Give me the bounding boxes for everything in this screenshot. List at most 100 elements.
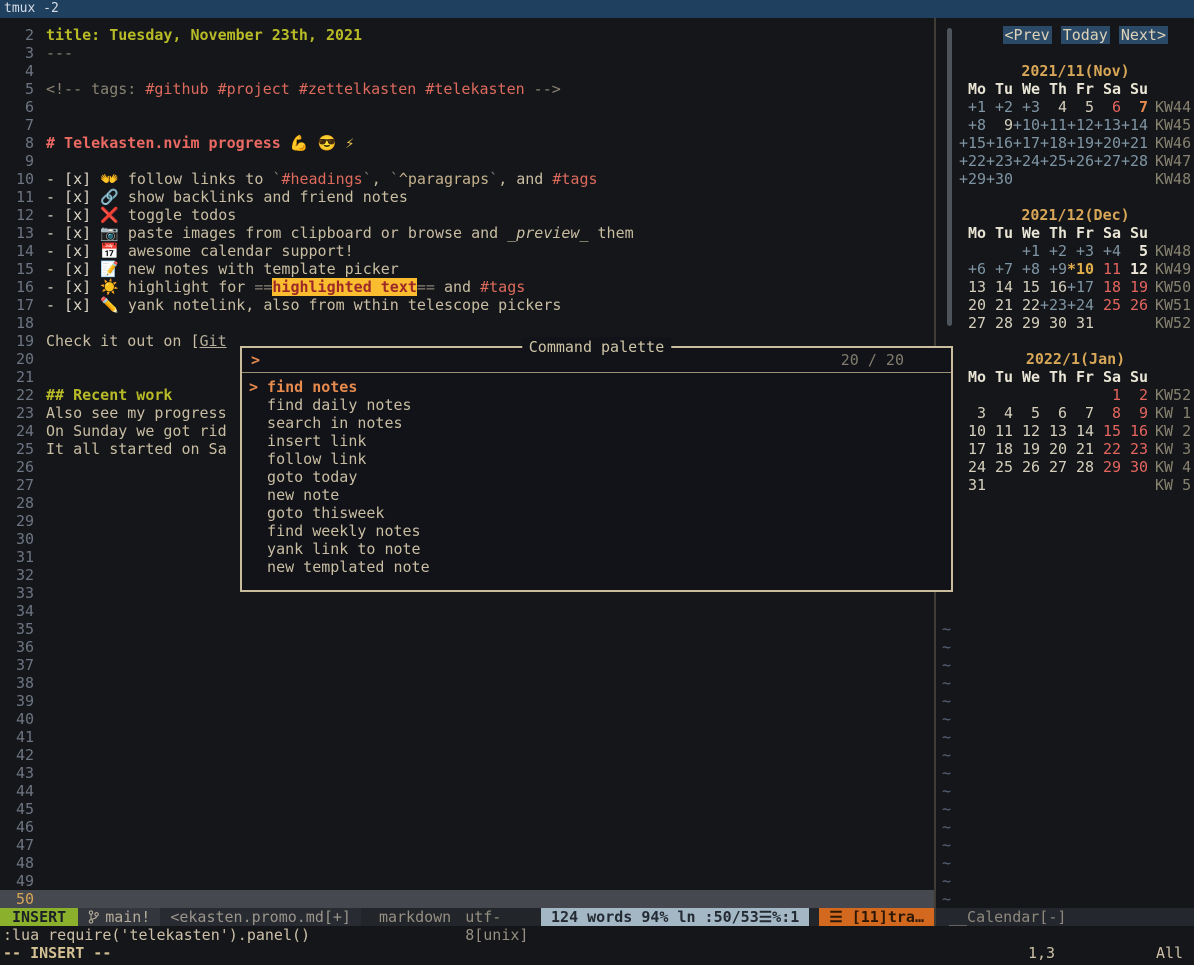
palette-item[interactable]: follow link [242,450,951,468]
calendar-day[interactable]: 21 [986,296,1013,314]
calendar-day[interactable]: 14 [1067,422,1094,440]
editor-line[interactable]: 34 [0,602,934,620]
editor-line[interactable]: 36 [0,638,934,656]
calendar-day[interactable]: +18 [1040,134,1067,152]
calendar-day[interactable]: +30 [986,170,1013,188]
editor-line[interactable]: 7 [0,116,934,134]
calendar-day[interactable]: 12 [1013,422,1040,440]
calendar-day[interactable]: +24 [1067,296,1094,314]
editor-line[interactable]: 43 [0,764,934,782]
calendar-day[interactable]: +17 [1013,134,1040,152]
calendar-day[interactable]: 7 [1121,98,1148,116]
editor-line[interactable]: 2title: Tuesday, November 23th, 2021 [0,26,934,44]
calendar-day[interactable]: 19 [1121,278,1148,296]
calendar-day[interactable]: 2 [1121,386,1148,404]
calendar-day[interactable]: +8 [959,116,986,134]
editor-line[interactable]: 50 [0,890,934,908]
calendar-day[interactable]: 5 [1067,98,1094,116]
calendar-day[interactable]: 30 [1040,314,1067,332]
palette-item[interactable]: goto today [242,468,951,486]
palette-item[interactable]: new note [242,486,951,504]
palette-item[interactable]: search in notes [242,414,951,432]
calendar-day[interactable]: 16 [1040,278,1067,296]
editor-line[interactable]: 39 [0,692,934,710]
calendar-day[interactable]: +7 [986,260,1013,278]
calendar-day[interactable]: 11 [986,422,1013,440]
calendar-day[interactable]: 23 [1121,440,1148,458]
calendar-day[interactable]: 4 [1040,98,1067,116]
editor-line[interactable]: 13- [x] 📷 paste images from clipboard or… [0,224,934,242]
calendar-day[interactable]: +15 [959,134,986,152]
calendar-day[interactable]: 9 [986,116,1013,134]
calendar-day[interactable]: 7 [1067,404,1094,422]
calendar-day[interactable]: 20 [959,296,986,314]
calendar-day[interactable]: +8 [1013,260,1040,278]
calendar-day[interactable]: 30 [1121,458,1148,476]
calendar-day[interactable]: 22 [1013,296,1040,314]
calendar-day[interactable]: +19 [1067,134,1094,152]
editor-line[interactable]: 4 [0,62,934,80]
calendar-day[interactable]: +4 [1094,242,1121,260]
calendar-day[interactable]: 10 [959,422,986,440]
editor-line[interactable]: 17- [x] ✏️ yank notelink, also from wthi… [0,296,934,314]
calendar-day[interactable]: 22 [1094,440,1121,458]
palette-item[interactable]: find daily notes [242,396,951,414]
calendar-day[interactable]: 14 [986,278,1013,296]
editor-line[interactable]: 14- [x] 📅 awesome calendar support! [0,242,934,260]
calendar-day[interactable]: +29 [959,170,986,188]
calendar-day[interactable]: +28 [1121,152,1148,170]
calendar-day[interactable]: +21 [1121,134,1148,152]
calendar-day[interactable]: 18 [1094,278,1121,296]
calendar-day[interactable]: +12 [1067,116,1094,134]
calendar-day[interactable]: +23 [986,152,1013,170]
calendar-day[interactable]: +17 [1067,278,1094,296]
calendar-day[interactable]: 21 [1067,440,1094,458]
calendar-day[interactable]: 28 [1067,458,1094,476]
editor-line[interactable]: 10- [x] 👐 follow links to `#headings`, `… [0,170,934,188]
editor-line[interactable]: 44 [0,782,934,800]
calendar-day[interactable]: *10 [1067,260,1094,278]
calendar-day[interactable]: 31 [959,476,986,494]
editor-line[interactable]: 11- [x] 🔗 show backlinks and friend note… [0,188,934,206]
palette-item[interactable]: insert link [242,432,951,450]
calendar-day[interactable]: +20 [1094,134,1121,152]
calendar-day[interactable]: +10 [1013,116,1040,134]
palette-item[interactable]: find weekly notes [242,522,951,540]
editor-line[interactable]: 16- [x] ☀️ highlight for ==highlighted t… [0,278,934,296]
editor-line[interactable]: 18 [0,314,934,332]
calendar-day[interactable]: +23 [1040,296,1067,314]
calendar-prev-button[interactable]: <Prev [1003,26,1052,44]
editor-line[interactable]: 45 [0,800,934,818]
calendar-day[interactable]: 6 [1094,98,1121,116]
calendar-day[interactable]: +6 [959,260,986,278]
calendar-day[interactable]: +11 [1040,116,1067,134]
calendar-next-button[interactable]: Next> [1119,26,1168,44]
calendar-day[interactable]: +13 [1094,116,1121,134]
calendar-day[interactable]: 27 [1040,458,1067,476]
editor-line[interactable]: 3--- [0,44,934,62]
calendar-day[interactable]: 16 [1121,422,1148,440]
calendar-day[interactable]: 9 [1121,404,1148,422]
calendar-day[interactable]: 12 [1121,260,1148,278]
editor-line[interactable]: 6 [0,98,934,116]
calendar-day[interactable]: +16 [986,134,1013,152]
editor-line[interactable]: 9 [0,152,934,170]
calendar-day[interactable]: 25 [1094,296,1121,314]
calendar-day[interactable]: 26 [1121,296,1148,314]
calendar-day[interactable]: +25 [1040,152,1067,170]
calendar-day[interactable]: +26 [1067,152,1094,170]
palette-item[interactable]: yank link to note [242,540,951,558]
editor-line[interactable]: 12- [x] ❌ toggle todos [0,206,934,224]
calendar-day[interactable]: +27 [1094,152,1121,170]
calendar-day[interactable]: 15 [1094,422,1121,440]
calendar-day[interactable]: 13 [1040,422,1067,440]
calendar-day[interactable]: 5 [1013,404,1040,422]
calendar-day[interactable]: +9 [1040,260,1067,278]
calendar-day[interactable]: 17 [959,440,986,458]
editor-line[interactable]: 38 [0,674,934,692]
calendar-today-button[interactable]: Today [1061,26,1110,44]
calendar-day[interactable]: 1 [1094,386,1121,404]
calendar-day[interactable]: 8 [1094,404,1121,422]
palette-item[interactable]: > find notes [242,378,951,396]
calendar-day[interactable]: +2 [1040,242,1067,260]
